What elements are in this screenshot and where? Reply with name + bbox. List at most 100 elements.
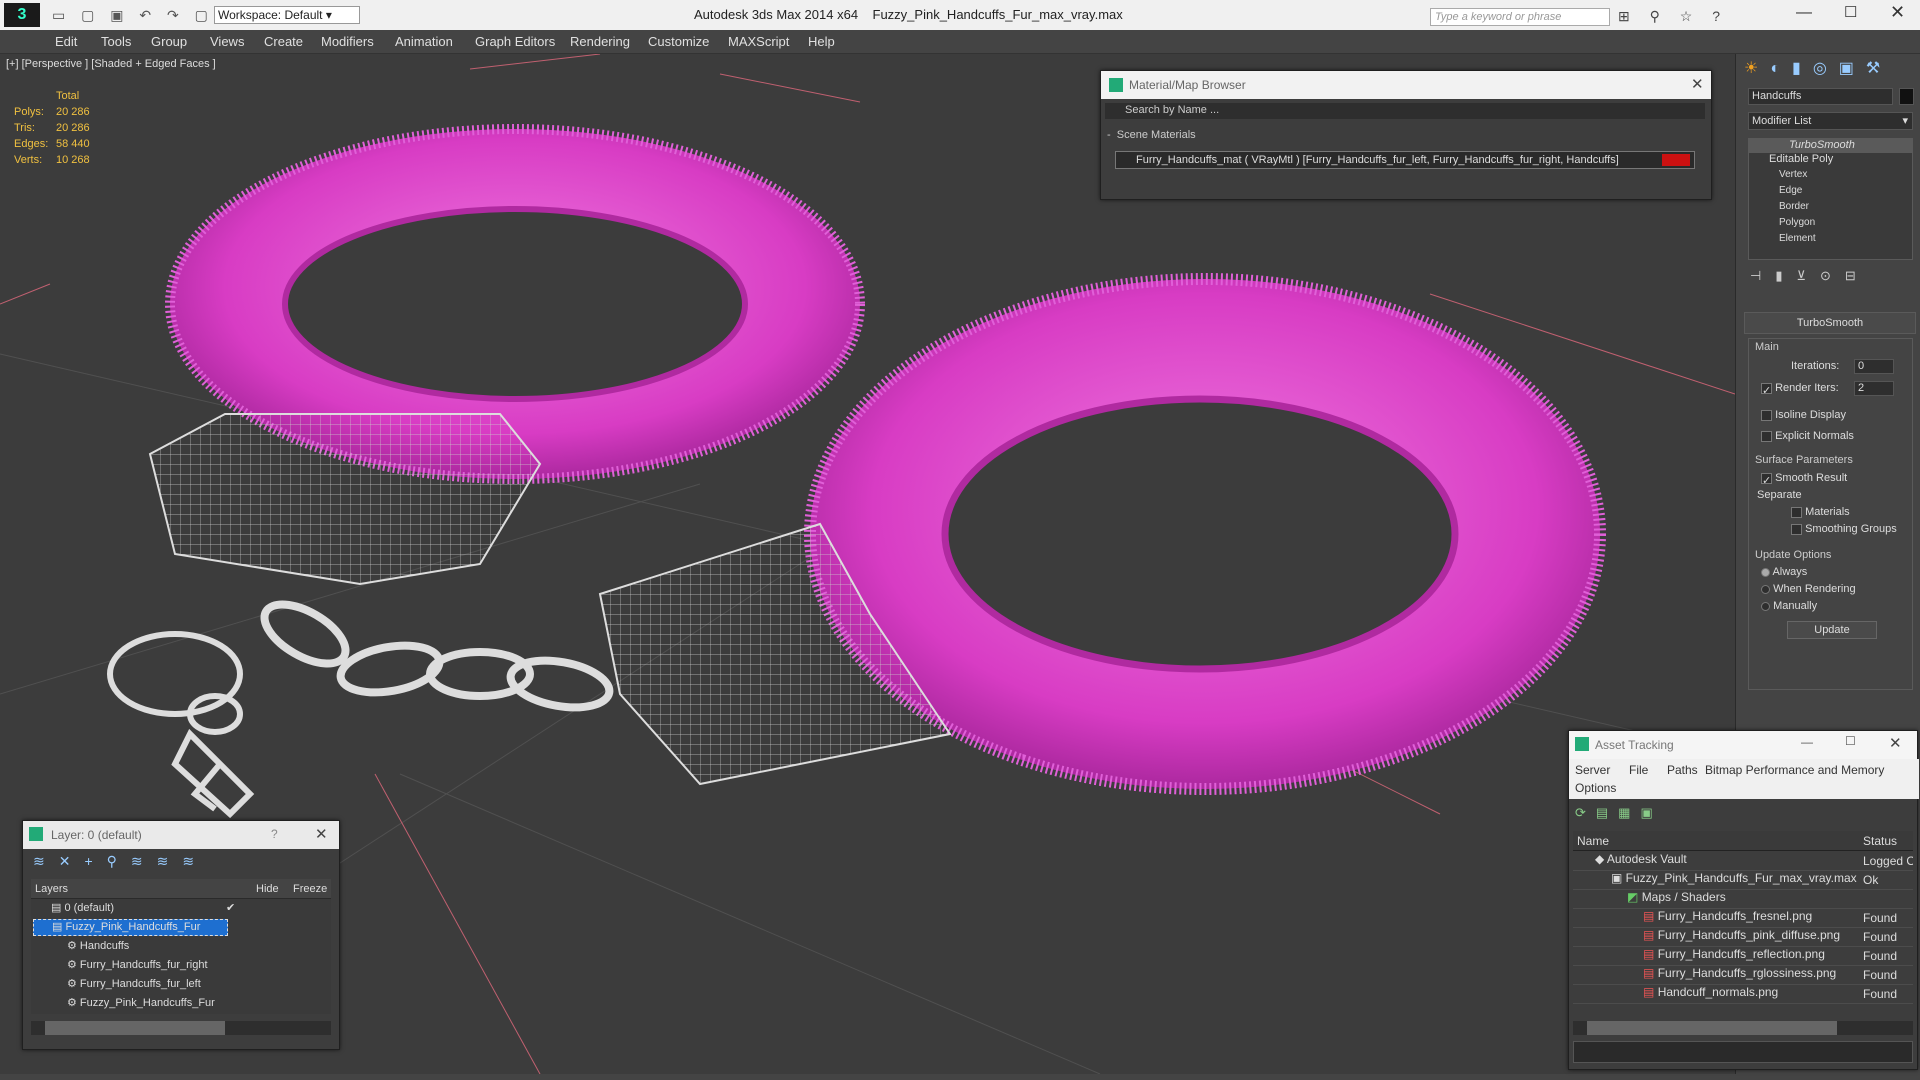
stat-key: Polys: <box>14 106 44 118</box>
iterations-spinner[interactable]: 0 <box>1854 359 1894 374</box>
asset-col-status[interactable]: Status <box>1863 834 1897 848</box>
asset-row[interactable]: ▤ Furry_Handcuffs_pink_diffuse.png Found <box>1573 928 1913 947</box>
render-iters-checkbox[interactable]: ✓ <box>1761 382 1772 397</box>
when-rendering-radio[interactable] <box>1761 584 1770 594</box>
menu-edit[interactable]: Edit <box>55 34 77 49</box>
asset-name: Furry_Handcuffs_pink_diffuse.png <box>1657 928 1841 942</box>
materials-checkbox[interactable] <box>1791 506 1802 518</box>
asset-col-name[interactable]: Name <box>1577 834 1609 848</box>
menu-views[interactable]: Views <box>210 34 244 49</box>
object-color-swatch[interactable] <box>1899 88 1914 105</box>
maximize-button[interactable]: ☐ <box>1844 3 1857 21</box>
col-layers[interactable]: Layers <box>35 883 68 895</box>
maximize-icon[interactable]: ☐ <box>1845 734 1856 748</box>
search-input[interactable]: Type a keyword or phrase <box>1430 8 1610 26</box>
material-browser-titlebar[interactable]: Material/Map Browser ✕ <box>1101 71 1711 99</box>
smoothing-groups-checkbox[interactable] <box>1791 523 1802 535</box>
stack-item-polygon[interactable]: Polygon <box>1749 217 1912 233</box>
layer-toolbar-icons[interactable]: ≋✕+⚲≋≋≋ <box>33 853 208 870</box>
layer-scrollbar[interactable] <box>31 1021 331 1035</box>
minimize-button[interactable]: — <box>1796 4 1812 22</box>
layer-row[interactable]: ▤ 0 (default) ✔ <box>51 901 235 914</box>
workspace-dropdown[interactable]: Workspace: Default ▾ <box>214 6 360 24</box>
material-item[interactable]: Furry_Handcuffs_mat ( VRayMtl ) [Furry_H… <box>1115 151 1695 169</box>
stack-item-vertex[interactable]: Vertex <box>1749 169 1912 185</box>
stack-item-edge[interactable]: Edge <box>1749 185 1912 201</box>
explicit-normals-row[interactable]: Explicit Normals <box>1761 430 1854 442</box>
stack-toolbar-icons[interactable]: ⊣▮⊻⊙⊟ <box>1750 268 1870 284</box>
menu-customize[interactable]: Customize <box>648 34 709 49</box>
when-rendering-row[interactable]: When Rendering <box>1761 583 1856 595</box>
always-radio[interactable] <box>1761 567 1770 577</box>
menu-modifiers[interactable]: Modifiers <box>321 34 374 49</box>
smooth-result-row[interactable]: ✓ Smooth Result <box>1761 472 1847 487</box>
layer-row[interactable]: ⚙ Handcuffs <box>67 939 129 952</box>
layer-row[interactable]: ⚙ Furry_Handcuffs_fur_left <box>67 977 201 990</box>
object-name-field[interactable]: Handcuffs <box>1748 88 1893 105</box>
asset-menu-server[interactable]: Server <box>1575 763 1610 777</box>
asset-row[interactable]: ◩ Maps / Shaders <box>1573 890 1913 909</box>
scene-materials-header[interactable]: - Scene Materials <box>1107 129 1196 141</box>
menu-help[interactable]: Help <box>808 34 835 49</box>
smooth-result-checkbox[interactable]: ✓ <box>1761 472 1772 487</box>
materials-row[interactable]: Materials <box>1791 506 1850 518</box>
manually-row[interactable]: Manually <box>1761 600 1817 612</box>
menu-create[interactable]: Create <box>264 34 303 49</box>
viewport-label[interactable]: [+] [Perspective ] [Shaded + Edged Faces… <box>6 58 216 70</box>
stack-item-editable-poly[interactable]: Editable Poly <box>1749 153 1912 169</box>
isoline-checkbox[interactable] <box>1761 409 1772 421</box>
layer-row-selected[interactable]: ▤ Fuzzy_Pink_Handcuffs_Fur <box>33 919 228 936</box>
isoline-row[interactable]: Isoline Display <box>1761 409 1846 421</box>
close-icon[interactable]: ✕ <box>1889 734 1902 752</box>
render-iters-row[interactable]: ✓ Render Iters: <box>1761 382 1839 397</box>
asset-menu-paths[interactable]: Paths <box>1667 763 1698 777</box>
asset-row[interactable]: ▤ Furry_Handcuffs_fresnel.png Found <box>1573 909 1913 928</box>
close-icon[interactable]: ✕ <box>1691 75 1704 93</box>
menu-animation[interactable]: Animation <box>395 34 453 49</box>
col-freeze[interactable]: Freeze <box>293 883 327 895</box>
stack-item-turbosmooth[interactable]: TurboSmooth <box>1749 139 1912 153</box>
asset-scrollbar[interactable] <box>1573 1021 1913 1035</box>
modifier-list-dropdown[interactable]: Modifier List ▾ <box>1748 112 1913 130</box>
asset-row[interactable]: ▤ Furry_Handcuffs_rglossiness.png Found <box>1573 966 1913 985</box>
asset-row[interactable]: ▤ Handcuff_normals.png Found <box>1573 985 1913 1004</box>
menu-maxscript[interactable]: MAXScript <box>728 34 789 49</box>
minimize-icon[interactable]: — <box>1801 735 1813 749</box>
explicit-normals-checkbox[interactable] <box>1761 430 1772 442</box>
stack-item-border[interactable]: Border <box>1749 201 1912 217</box>
manually-radio[interactable] <box>1761 601 1770 611</box>
always-row[interactable]: Always <box>1761 566 1807 578</box>
close-icon[interactable]: ✕ <box>315 825 328 843</box>
asset-toolbar-icons[interactable]: ⟳▤▦▣ <box>1575 805 1663 821</box>
menu-group[interactable]: Group <box>151 34 187 49</box>
layer-row[interactable]: ⚙ Fuzzy_Pink_Handcuffs_Fur <box>67 996 215 1009</box>
render-iters-spinner[interactable]: 2 <box>1854 381 1894 396</box>
smoothing-groups-row[interactable]: Smoothing Groups <box>1791 523 1897 535</box>
stack-item-element[interactable]: Element <box>1749 233 1912 249</box>
search-toolbar-icons[interactable]: ⊞ ⚲ ☆ ? <box>1618 8 1728 25</box>
menu-rendering[interactable]: Rendering <box>570 34 630 49</box>
asset-status: Ok <box>1863 873 1879 887</box>
asset-menu-bitmap[interactable]: Bitmap Performance and Memory <box>1705 763 1884 777</box>
asset-row[interactable]: ▤ Furry_Handcuffs_reflection.png Found <box>1573 947 1913 966</box>
asset-menu-file[interactable]: File <box>1629 763 1648 777</box>
app-logo-icon[interactable]: 3 <box>4 3 40 27</box>
asset-path-field[interactable] <box>1573 1041 1913 1063</box>
col-hide[interactable]: Hide <box>256 883 279 895</box>
close-button[interactable]: ✕ <box>1890 2 1905 23</box>
asset-tracking-titlebar[interactable]: Asset Tracking — ☐ ✕ <box>1569 731 1917 759</box>
turbosmooth-rollout-header[interactable]: TurboSmooth <box>1744 312 1916 334</box>
asset-row[interactable]: ◆ Autodesk Vault Logged O <box>1573 852 1913 871</box>
asset-menu-options[interactable]: Options <box>1575 781 1616 795</box>
layer-row[interactable]: ⚙ Furry_Handcuffs_fur_right <box>67 958 208 971</box>
quick-access-icons[interactable]: ▭ ▢ ▣ ↶ ↷ ▢ <box>52 7 214 24</box>
help-icon[interactable]: ? <box>271 827 278 841</box>
update-button[interactable]: Update <box>1787 621 1877 639</box>
layer-window-titlebar[interactable]: Layer: 0 (default) ? ✕ <box>23 821 339 849</box>
command-panel-tabs[interactable]: ☀◐▮◎▣⚒ <box>1744 58 1892 78</box>
material-search-input[interactable]: Search by Name ... <box>1105 103 1705 119</box>
menu-graph-editors[interactable]: Graph Editors <box>475 34 555 49</box>
asset-menu-bar: Server File Paths Bitmap Performance and… <box>1569 759 1919 799</box>
asset-row[interactable]: ▣ Fuzzy_Pink_Handcuffs_Fur_max_vray.max O… <box>1573 871 1913 890</box>
menu-tools[interactable]: Tools <box>101 34 131 49</box>
